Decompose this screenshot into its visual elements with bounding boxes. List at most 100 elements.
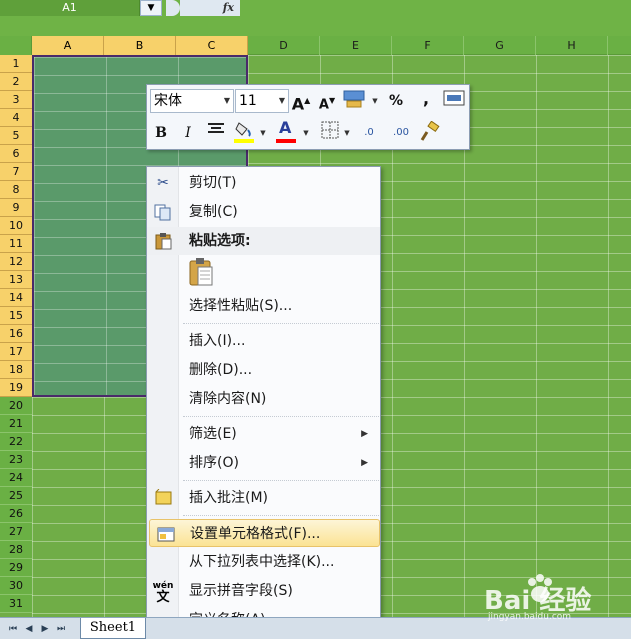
row-header-22[interactable]: 22: [0, 433, 32, 451]
font-color-button[interactable]: A: [275, 118, 297, 143]
menu-item-pick-from-list[interactable]: 从下拉列表中选择(K)...: [147, 548, 380, 576]
paint-bucket-icon: [234, 122, 254, 143]
row-header-26[interactable]: 26: [0, 505, 32, 523]
insert-function-icon[interactable]: fx: [223, 0, 234, 16]
last-sheet-icon[interactable]: ⏭: [54, 622, 68, 636]
column-header-e[interactable]: E: [320, 36, 392, 55]
font-color-swatch: [276, 139, 296, 143]
fill-color-button[interactable]: [233, 119, 255, 143]
row-header-16[interactable]: 16: [0, 325, 32, 343]
chevron-down-icon[interactable]: ▼: [259, 121, 267, 145]
bold-button[interactable]: B: [150, 121, 172, 145]
row-header-15[interactable]: 15: [0, 307, 32, 325]
borders-button[interactable]: [319, 121, 341, 145]
row-headers: 1 2 3 4 5 6 7 8 9 10 11 12 13 14 15 16 17 18 19 20 21 22 23 24 2…: [0, 55, 32, 617]
increase-decimal-button[interactable]: .0: [355, 121, 383, 145]
row-header-11[interactable]: 11: [0, 235, 32, 253]
italic-button[interactable]: I: [177, 121, 199, 145]
chevron-down-icon[interactable]: ▼: [343, 121, 351, 145]
chevron-down-icon[interactable]: ▼: [279, 90, 285, 112]
row-header-18[interactable]: 18: [0, 361, 32, 379]
font-name-select[interactable]: 宋体 ▼: [150, 89, 234, 113]
menu-item-filter[interactable]: 筛选(E) ▶: [147, 420, 380, 448]
menu-item-cut[interactable]: ✂ 剪切(T): [147, 169, 380, 197]
decrease-decimal-button[interactable]: .00: [387, 121, 415, 145]
row-header-30[interactable]: 30: [0, 577, 32, 595]
row-header-7[interactable]: 7: [0, 163, 32, 181]
row-header-10[interactable]: 10: [0, 217, 32, 235]
chevron-down-icon[interactable]: ▼: [302, 121, 310, 145]
format-painter-button[interactable]: [419, 120, 441, 145]
menu-item-clear-contents[interactable]: 清除内容(N): [147, 385, 380, 413]
row-header-20[interactable]: 20: [0, 397, 32, 415]
menu-item-paste-special[interactable]: 选择性粘贴(S)...: [147, 292, 380, 320]
menu-item-sort[interactable]: 排序(O) ▶: [147, 449, 380, 477]
row-header-3[interactable]: 3: [0, 91, 32, 109]
row-header-12[interactable]: 12: [0, 253, 32, 271]
name-box[interactable]: A1: [0, 0, 140, 16]
menu-item-delete[interactable]: 删除(D)...: [147, 356, 380, 384]
row-header-8[interactable]: 8: [0, 181, 32, 199]
row-header-27[interactable]: 27: [0, 523, 32, 541]
row-header-17[interactable]: 17: [0, 343, 32, 361]
column-header-c[interactable]: C: [176, 36, 248, 55]
row-header-5[interactable]: 5: [0, 127, 32, 145]
first-sheet-icon[interactable]: ⏮: [6, 622, 20, 636]
menu-item-insert-comment[interactable]: 插入批注(M): [147, 484, 380, 512]
row-header-31[interactable]: 31: [0, 595, 32, 613]
row-header-13[interactable]: 13: [0, 271, 32, 289]
menu-item-copy[interactable]: 复制(C): [147, 198, 380, 226]
row-header-24[interactable]: 24: [0, 469, 32, 487]
format-cells-icon: [155, 525, 177, 543]
prev-sheet-icon[interactable]: ◀: [22, 622, 36, 636]
row-header-2[interactable]: 2: [0, 73, 32, 91]
percent-style-button[interactable]: %: [385, 89, 407, 113]
column-header-h[interactable]: H: [536, 36, 608, 55]
comma-style-button[interactable]: ,: [415, 87, 437, 111]
chevron-down-icon[interactable]: ▼: [224, 90, 230, 112]
accounting-format-button[interactable]: [343, 89, 365, 113]
row-header-23[interactable]: 23: [0, 451, 32, 469]
shrink-font-icon: A: [318, 97, 329, 113]
row-header-19[interactable]: 19: [0, 379, 32, 397]
row-header-6[interactable]: 6: [0, 145, 32, 163]
decrease-decimal-icon: .00: [393, 127, 409, 138]
mini-toolbar: 宋体 ▼ 11 ▼ A▲ A▼ ▼ % , B I ▼ A ▼ ▼ .0 .00: [146, 84, 470, 150]
menu-item-insert[interactable]: 插入(I)...: [147, 327, 380, 355]
row-header-14[interactable]: 14: [0, 289, 32, 307]
paste-option-button[interactable]: [187, 256, 215, 288]
shrink-font-button[interactable]: A▼: [316, 89, 338, 113]
next-sheet-icon[interactable]: ▶: [38, 622, 52, 636]
column-header-f[interactable]: F: [392, 36, 464, 55]
row-header-29[interactable]: 29: [0, 559, 32, 577]
formula-bar: A1 ▼ fx: [0, 0, 631, 36]
menu-separator: [183, 323, 379, 324]
watermark-url: jingyan.baidu.com: [488, 612, 572, 622]
menu-item-format-cells[interactable]: 设置单元格格式(F)...: [149, 519, 380, 547]
column-header-a[interactable]: A: [32, 36, 104, 55]
clipboard-icon: [152, 232, 174, 250]
select-all-corner[interactable]: [0, 36, 32, 55]
column-header-d[interactable]: D: [248, 36, 320, 55]
name-box-dropdown-icon[interactable]: ▼: [140, 0, 162, 16]
chevron-right-icon: ▶: [361, 429, 368, 439]
grow-font-button[interactable]: A▲: [290, 89, 312, 113]
row-header-25[interactable]: 25: [0, 487, 32, 505]
row-header-21[interactable]: 21: [0, 415, 32, 433]
column-header-b[interactable]: B: [104, 36, 176, 55]
center-align-button[interactable]: [205, 121, 227, 145]
font-size-select[interactable]: 11 ▼: [235, 89, 289, 113]
row-header-4[interactable]: 4: [0, 109, 32, 127]
row-header-28[interactable]: 28: [0, 541, 32, 559]
column-header-g[interactable]: G: [464, 36, 536, 55]
align-center-icon: [208, 123, 224, 133]
row-header-9[interactable]: 9: [0, 199, 32, 217]
menu-item-show-phonetic[interactable]: wén 文 显示拼音字段(S): [147, 577, 380, 605]
row-header-1[interactable]: 1: [0, 55, 32, 73]
merge-center-button[interactable]: [443, 89, 465, 113]
column-headers: ABCDEFGH: [0, 36, 631, 55]
context-menu: ✂ 剪切(T) 复制(C) 粘贴选项: 选择性粘贴(S)... 插入(I)...…: [146, 166, 381, 639]
sheet-tab-sheet1[interactable]: Sheet1: [80, 618, 146, 639]
chevron-down-icon[interactable]: ▼: [371, 89, 379, 113]
formula-input[interactable]: [0, 16, 631, 36]
